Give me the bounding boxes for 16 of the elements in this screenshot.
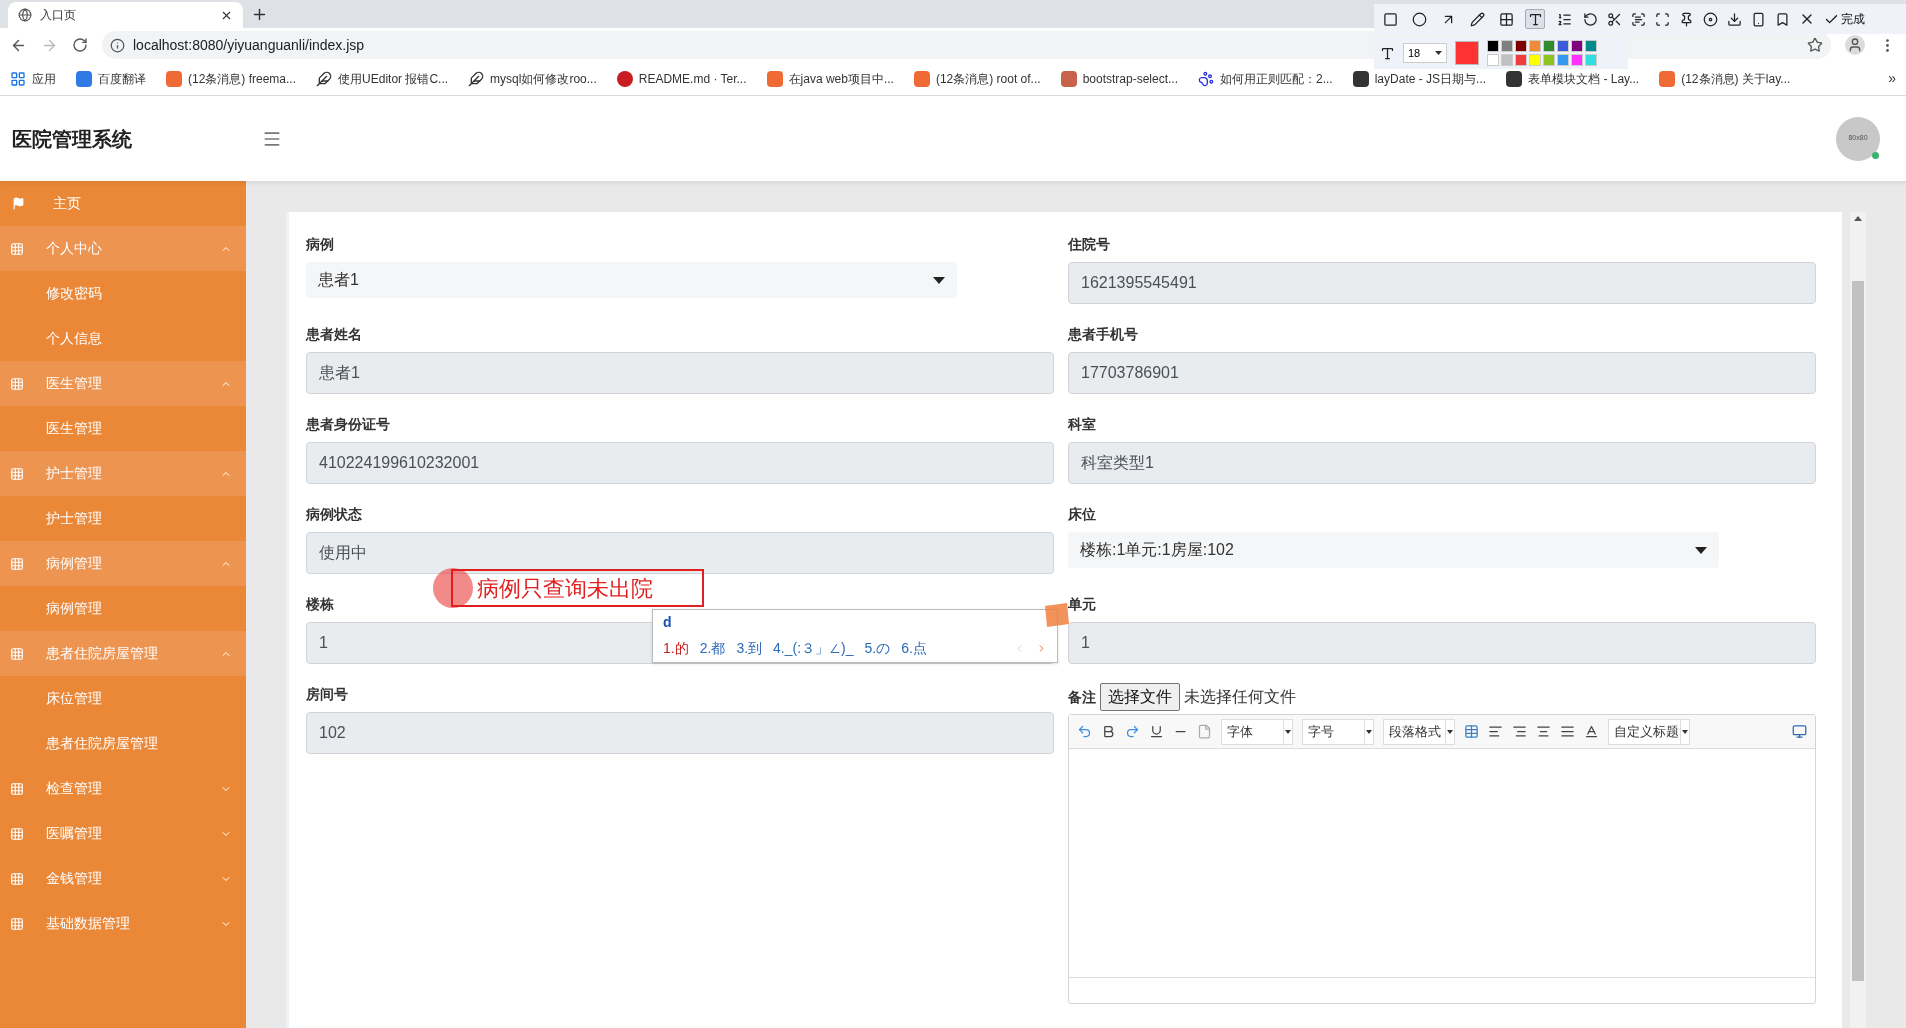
file-status: 未选择任何文件 (1184, 687, 1296, 707)
ime-typed-text: d (663, 612, 672, 632)
field-label: 患者姓名 (306, 325, 363, 344)
field-label: 单元 (1068, 595, 1097, 614)
field-label: 房间号 (306, 685, 349, 704)
field-label: 备注 (1068, 687, 1096, 707)
field-label: 床位 (1068, 505, 1097, 524)
app-title: 医院管理系统 (12, 126, 133, 152)
field-label: 病例 (306, 235, 335, 254)
field-label: 患者身份证号 (306, 415, 391, 434)
field-label: 住院号 (1068, 235, 1111, 254)
field-label: 楼栋 (306, 595, 335, 614)
field-label: 病例状态 (306, 505, 363, 524)
field-label: 患者手机号 (1068, 325, 1139, 344)
field-label: 科室 (1068, 415, 1097, 434)
annotation-text: 病例只查询未出院 (477, 574, 653, 603)
